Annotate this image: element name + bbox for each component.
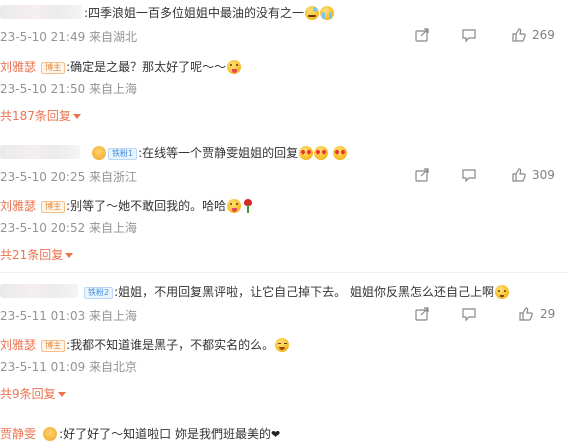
tongue-out-emoji-icon (227, 60, 242, 74)
comment-1-text: :四季浪姐一百多位姐姐中最油的没有之一 (84, 6, 305, 20)
comment-1-actions: 269 (0, 27, 569, 43)
reply-text: :我都不知道谁是黑子，不都实名的么。 (66, 338, 275, 352)
comment-icon[interactable] (461, 27, 477, 43)
black-heart-icon: ❤ (270, 428, 281, 441)
comment-1: :四季浪姐一百多位姐姐中最油的没有之一 (84, 4, 335, 21)
thumbs-up-icon[interactable] (511, 167, 527, 183)
divider (0, 272, 569, 273)
comment-3-text: :姐姐，不用回复黑评啦，让它自己掉下去。 姐姐你反黑怎么还自己上啊 (114, 285, 494, 299)
more-replies-link[interactable]: 共21条回复 (0, 246, 74, 263)
reply-2-meta: 23-5-10 20:52 来自上海 (0, 221, 138, 235)
comment-2-actions: 309 (0, 167, 569, 183)
blurred-username (0, 284, 78, 298)
comment-icon[interactable] (461, 167, 477, 183)
reply-1-meta: 23-5-10 21:50 来自上海 (0, 82, 138, 96)
comment-icon[interactable] (461, 306, 477, 322)
heart-eyes-emoji-icon (314, 146, 329, 160)
like-count: 269 (532, 28, 555, 42)
like-count: 309 (532, 168, 555, 182)
share-icon[interactable] (414, 306, 430, 322)
fan-badge: 铁粉2 (84, 287, 114, 299)
author-badge: 博主 (41, 62, 66, 74)
comment-3: 铁粉2:姐姐，不用回复黑评啦，让它自己掉下去。 姐姐你反黑怎么还自己上啊 (84, 283, 509, 300)
rose-emoji-icon (243, 199, 253, 213)
reply-author[interactable]: 刘雅瑟 (0, 199, 36, 213)
more-replies-label: 共187条回复 (0, 109, 71, 123)
share-icon[interactable] (414, 27, 430, 43)
reply-text: :别等了～她不敢回我的。哈哈 (66, 199, 227, 213)
crying-face-emoji-icon (320, 6, 335, 20)
like-count: 29 (540, 307, 556, 321)
reply-3-meta: 23-5-11 01:09 来自北京 (0, 360, 138, 374)
blurred-username (0, 145, 80, 159)
more-replies-label: 共9条回复 (0, 387, 56, 401)
comment-2-text: :在线等一个贾静雯姐姐的回复 (138, 146, 299, 160)
thumbs-up-icon[interactable] (518, 306, 534, 322)
fan-avatar-icon (92, 146, 106, 160)
reply-author[interactable]: 刘雅瑟 (0, 338, 36, 352)
heart-eyes-emoji-icon (299, 146, 314, 160)
comment-2: 铁粉1:在线等一个贾静雯姐姐的回复 (92, 144, 348, 161)
chevron-down-icon (65, 253, 74, 258)
more-replies-link[interactable]: 共9条回复 (0, 385, 66, 402)
comment-4-text: :好了好了～知道啦口 妳是我們班最美的 (59, 427, 271, 441)
reply-text: :确定是之最？那太好了呢～～ (66, 60, 227, 74)
laughing-emoji-icon (275, 338, 290, 352)
share-icon[interactable] (414, 167, 430, 183)
reply-2: 刘雅瑟 博主:别等了～她不敢回我的。哈哈 (0, 195, 253, 214)
fan-badge: 铁粉1 (108, 148, 138, 160)
thinking-face-emoji-icon (494, 285, 509, 299)
tongue-out-emoji-icon (227, 199, 242, 213)
verified-crown-icon (43, 427, 58, 441)
blurred-username (0, 5, 82, 19)
chevron-down-icon (57, 392, 66, 397)
heart-eyes-emoji-icon (333, 146, 348, 160)
author-badge: 博主 (41, 340, 66, 352)
reply-1: 刘雅瑟 博主:确定是之最？那太好了呢～～ (0, 56, 242, 75)
more-replies-link[interactable]: 共187条回复 (0, 107, 81, 124)
comment-4: 贾静雯 :好了好了～知道啦口 妳是我們班最美的❤ (0, 423, 280, 442)
comment-author[interactable]: 贾静雯 (0, 427, 36, 441)
sweat-smile-emoji-icon (305, 6, 320, 20)
thumbs-up-icon[interactable] (511, 27, 527, 43)
reply-3: 刘雅瑟 博主:我都不知道谁是黑子，不都实名的么。 (0, 334, 290, 353)
reply-author[interactable]: 刘雅瑟 (0, 60, 36, 74)
comment-3-actions: 29 (0, 306, 569, 322)
chevron-down-icon (72, 114, 81, 119)
author-badge: 博主 (41, 201, 66, 213)
more-replies-label: 共21条回复 (0, 248, 64, 262)
